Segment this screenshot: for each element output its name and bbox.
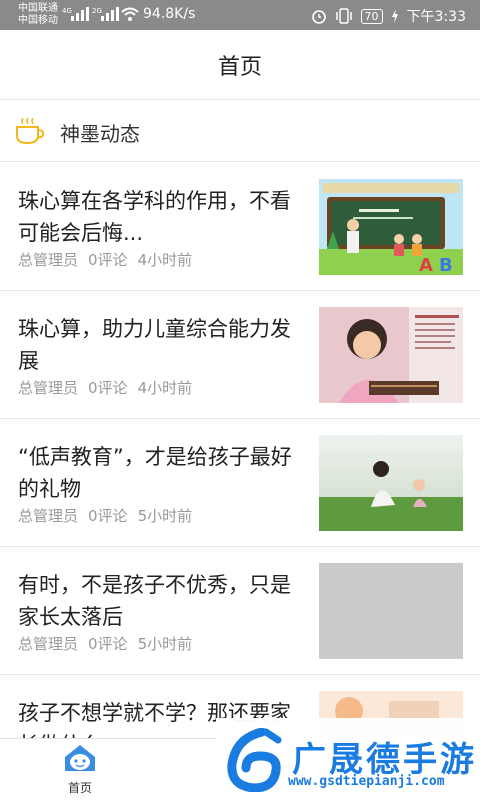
carrier-1: 中国联通: [18, 3, 58, 14]
article-time: 5小时前: [137, 635, 193, 653]
article-title: 有时，不是孩子不优秀，只是家长太落后: [18, 573, 291, 629]
section-title: 神墨动态: [60, 122, 140, 146]
nav-home-label: 首页: [67, 781, 92, 795]
wifi-icon: [121, 7, 139, 21]
article-title: 珠心算，助力儿童综合能力发展: [18, 317, 291, 373]
svg-text:4G: 4G: [62, 7, 72, 15]
status-bar: 中国联通 中国移动 4G 2G 94.8K/s 70 下午3:33: [0, 0, 480, 30]
app-header: 首页: [0, 30, 480, 100]
article-comments: 0评论: [88, 507, 128, 525]
svg-text:2G: 2G: [92, 7, 102, 15]
watermark-logo-icon: [227, 728, 282, 792]
article-comments: 0评论: [88, 379, 128, 397]
watermark-url: www.gsdtiepianji.com: [288, 774, 445, 789]
article-title: 珠心算在各学科的作用，不看可能会后悔...: [18, 189, 291, 245]
article-meta: 总管理员 0评论 5小时前: [18, 505, 192, 526]
article-item[interactable]: 珠心算在各学科的作用，不看可能会后悔... 总管理员 0评论 4小时前 A B: [0, 163, 480, 291]
watermark: 广晟德手游 www.gsdtiepianji.com: [216, 718, 480, 800]
article-author: 总管理员: [18, 251, 79, 269]
section-header[interactable]: 神墨动态: [0, 100, 480, 162]
svg-text:B: B: [439, 255, 453, 275]
network-speed: 94.8K/s: [143, 6, 196, 22]
article-time: 4小时前: [137, 251, 193, 269]
article-author: 总管理员: [18, 379, 79, 397]
article-time: 4小时前: [137, 379, 193, 397]
chalkboard-classroom-image: A B: [319, 179, 463, 275]
article-title: “低声教育”，才是给孩子最好的礼物: [18, 445, 292, 501]
article-author: 总管理员: [18, 635, 79, 653]
alarm-icon: [311, 10, 326, 24]
article-time: 5小时前: [137, 507, 193, 525]
home-face-icon: [65, 745, 95, 771]
battery-indicator: 70: [360, 8, 383, 24]
article-meta: 总管理员 0评论 5小时前: [18, 633, 192, 654]
vibrate-icon: [335, 8, 352, 24]
clock: 下午3:33: [406, 9, 466, 25]
article-item[interactable]: 珠心算，助力儿童综合能力发展 总管理员 0评论 4小时前: [0, 291, 480, 419]
carrier-names: 中国联通 中国移动: [18, 3, 58, 27]
carrier-2: 中国移动: [18, 15, 58, 26]
article-comments: 0评论: [88, 635, 128, 653]
article-author: 总管理员: [18, 507, 79, 525]
page-title: 首页: [217, 54, 262, 80]
girl-abacus-image: [319, 307, 463, 403]
article-comments: 0评论: [88, 251, 128, 269]
charging-icon: [391, 9, 398, 23]
coffee-cup-icon: [16, 118, 45, 145]
signal-4g-icon: 4G: [62, 7, 89, 21]
mother-child-grass-image: [319, 435, 463, 531]
placeholder-image: [319, 563, 463, 659]
article-meta: 总管理员 0评论 4小时前: [18, 249, 192, 270]
article-item[interactable]: “低声教育”，才是给孩子最好的礼物 总管理员 0评论 5小时前: [0, 419, 480, 547]
article-item[interactable]: 有时，不是孩子不优秀，只是家长太落后 总管理员 0评论 5小时前: [0, 547, 480, 675]
article-meta: 总管理员 0评论 4小时前: [18, 377, 192, 398]
nav-home-tab[interactable]: 首页: [44, 743, 116, 799]
signal-2g-icon: 2G: [92, 7, 119, 21]
svg-text:A: A: [419, 255, 433, 275]
